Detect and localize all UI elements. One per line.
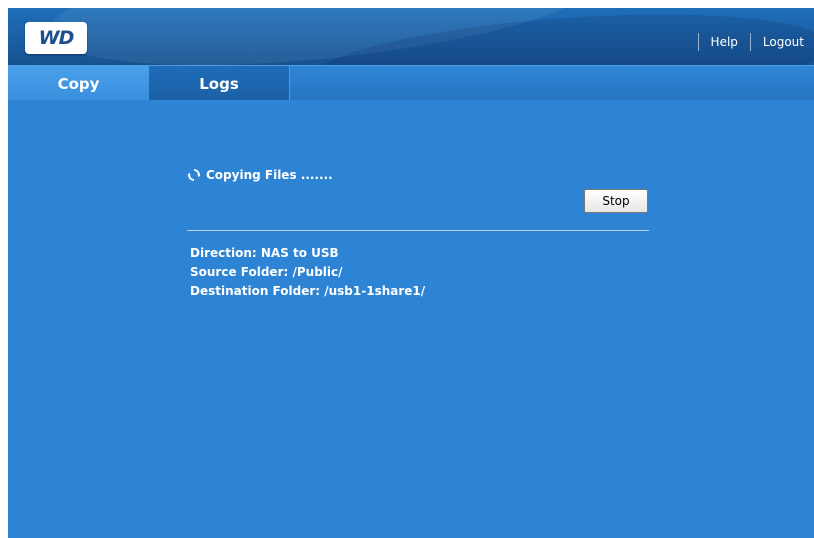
tab-bar: Copy Logs	[8, 65, 814, 101]
refresh-icon	[187, 168, 201, 182]
help-link[interactable]: Help	[711, 35, 738, 49]
status-text: Copying Files .......	[206, 168, 333, 182]
header-bar: WD Help Logout	[8, 8, 814, 65]
copy-panel: Copying Files ....... Stop Direction: NA…	[8, 100, 814, 538]
app-frame: WD Help Logout Copy Logs Copying Files .…	[8, 8, 814, 538]
direction-text: Direction: NAS to USB	[190, 246, 339, 260]
divider	[187, 230, 649, 231]
wd-logo[interactable]: WD	[25, 22, 87, 54]
source-folder-text: Source Folder: /Public/	[190, 265, 343, 279]
link-divider	[749, 33, 751, 51]
stop-button[interactable]: Stop	[584, 189, 648, 213]
logo-text: WD	[38, 27, 75, 49]
copy-details: Direction: NAS to USB Source Folder: /Pu…	[190, 244, 425, 301]
tab-copy[interactable]: Copy	[8, 66, 149, 101]
top-strip	[0, 0, 814, 8]
logout-link[interactable]: Logout	[763, 35, 804, 49]
link-divider	[697, 33, 699, 51]
header-links: Help Logout	[686, 33, 804, 51]
tab-logs[interactable]: Logs	[149, 66, 290, 101]
copy-status: Copying Files .......	[187, 168, 333, 182]
destination-folder-text: Destination Folder: /usb1-1share1/	[190, 284, 426, 298]
